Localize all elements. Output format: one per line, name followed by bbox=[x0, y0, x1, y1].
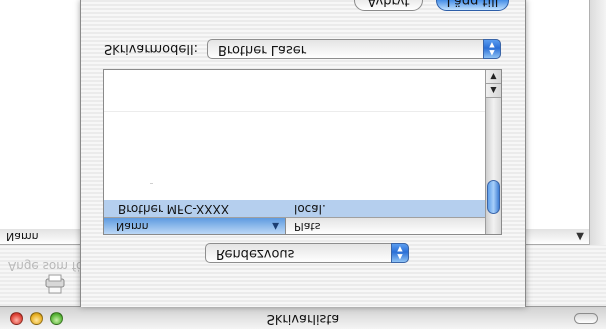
sort-indicator-icon: ▲ bbox=[272, 221, 279, 231]
chevron-down-icon: ▲ bbox=[576, 231, 584, 242]
column-header-name[interactable]: Namn ▲ bbox=[104, 218, 286, 234]
column-header-name-label: Namn bbox=[116, 220, 149, 233]
list-row[interactable]: Brother MFC-XXXX local. bbox=[104, 200, 486, 217]
popup-arrows-icon: ▲ ▼ bbox=[391, 243, 409, 263]
row-printer-name: Brother MFC-XXXX bbox=[118, 202, 229, 216]
add-printer-sheet: Rendezvous ▲ ▼ Namn ▲ Plats Brother MFC-X… bbox=[80, 0, 526, 307]
printer-model-label: Skrivarmodell: bbox=[104, 41, 198, 56]
default-printer-label: Ange som för bbox=[8, 259, 89, 273]
scroll-up-icon[interactable]: ▲ bbox=[486, 84, 501, 98]
list-scrollbar[interactable]: ▲ ▼ bbox=[485, 70, 501, 234]
scroll-thumb[interactable] bbox=[487, 180, 500, 214]
list-divider bbox=[150, 183, 153, 184]
printer-model-popup[interactable]: Brother Laser ▲ ▼ bbox=[207, 39, 501, 59]
cancel-button[interactable]: Avbryt bbox=[354, 0, 423, 11]
scroll-down-icon[interactable]: ▼ bbox=[486, 70, 501, 84]
toolbar-toggle-button[interactable] bbox=[574, 313, 598, 324]
back-column-name-header[interactable]: Namn bbox=[6, 229, 39, 244]
printer-icon[interactable] bbox=[44, 273, 66, 295]
list-divider bbox=[104, 111, 486, 112]
add-button[interactable]: Lägg till bbox=[436, 0, 509, 11]
printer-model-value: Brother Laser bbox=[218, 42, 307, 57]
connection-type-value: Rendezvous bbox=[216, 246, 295, 261]
screen-mirrored: Skrivarlista Ange som för Namn ▲ Rendezv… bbox=[0, 0, 606, 329]
window-title: Skrivarlista bbox=[266, 311, 340, 326]
row-printer-location: local. bbox=[294, 202, 326, 216]
printer-list[interactable]: Namn ▲ Plats Brother MFC-XXXX local. ▲ ▼ bbox=[103, 69, 502, 235]
window-titlebar[interactable]: Skrivarlista bbox=[0, 306, 606, 329]
connection-type-popup[interactable]: Rendezvous ▲ ▼ bbox=[205, 243, 409, 263]
back-list-scrollbar[interactable] bbox=[589, 0, 606, 245]
popup-arrows-icon: ▲ ▼ bbox=[483, 39, 501, 59]
column-header-location-label[interactable]: Plats bbox=[294, 218, 320, 234]
list-header: Namn ▲ Plats bbox=[104, 217, 486, 234]
